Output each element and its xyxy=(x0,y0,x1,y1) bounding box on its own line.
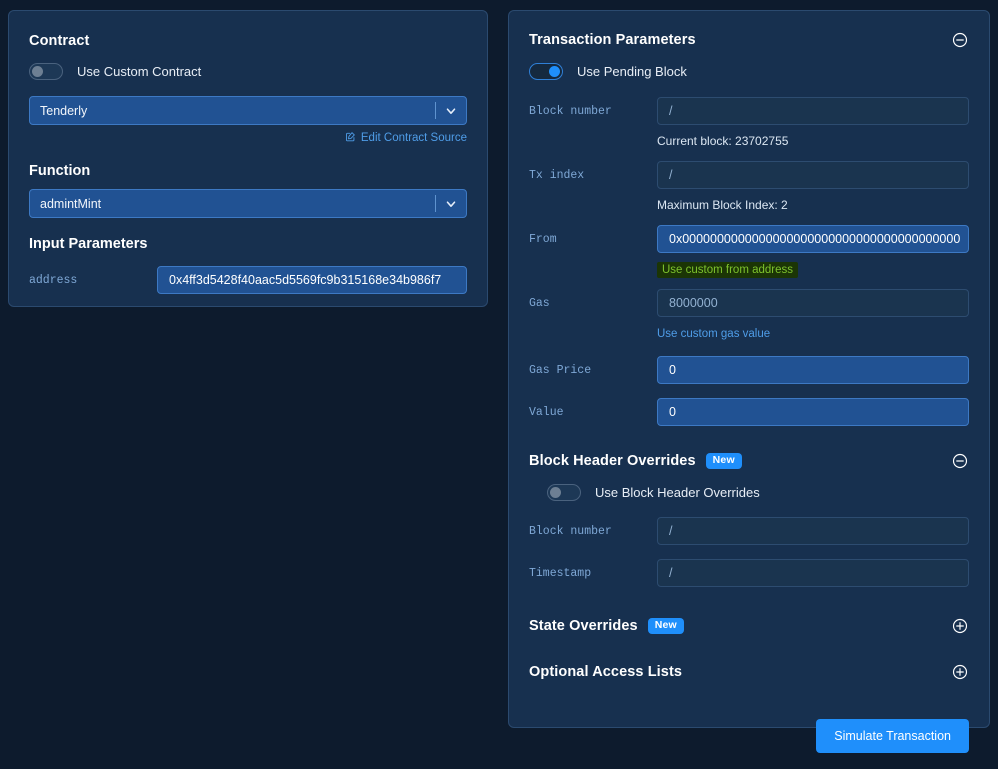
from-input[interactable]: 0x00000000000000000000000000000000000000… xyxy=(657,225,969,253)
state-overrides-new-badge: New xyxy=(647,618,684,634)
custom-from-address-row: Use custom from address xyxy=(657,260,969,278)
use-block-header-overrides-row[interactable]: Use Block Header Overrides xyxy=(547,484,969,501)
tx-index-row: Tx index / xyxy=(529,161,969,189)
use-block-header-overrides-label: Use Block Header Overrides xyxy=(595,485,760,500)
edit-contract-source-row: Edit Contract Source xyxy=(29,131,467,145)
use-block-header-overrides-toggle[interactable] xyxy=(547,484,581,501)
function-select[interactable]: admintMint xyxy=(29,189,467,218)
edit-contract-source-label: Edit Contract Source xyxy=(360,132,467,144)
gas-input[interactable]: 8000000 xyxy=(657,289,969,317)
optional-access-lists-title: Optional Access Lists xyxy=(529,664,683,680)
block-header-overrides-header: Block Header Overrides New xyxy=(529,452,969,470)
use-custom-from-address-link[interactable]: Use custom from address xyxy=(657,262,799,278)
parameter-address-input[interactable]: 0x4ff3d5428f40aac5d5569fc9b315168e34b986… xyxy=(157,266,467,294)
tx-index-label: Tx index xyxy=(529,168,585,182)
block-header-overrides-new-badge: New xyxy=(705,453,742,469)
block-number-input[interactable]: / xyxy=(657,97,969,125)
override-block-number-row: Block number / xyxy=(529,517,969,545)
input-parameter-row: address 0x4ff3d5428f40aac5d5569fc9b31516… xyxy=(29,266,467,294)
input-parameters-label: Input Parameters xyxy=(29,236,148,252)
contract-section-title: Contract xyxy=(29,33,90,49)
expand-plus-icon[interactable] xyxy=(951,617,969,635)
use-pending-block-row[interactable]: Use Pending Block xyxy=(529,63,969,80)
contract-select-value: Tenderly xyxy=(40,103,88,118)
tx-index-input[interactable]: / xyxy=(657,161,969,189)
override-timestamp-input[interactable]: / xyxy=(657,559,969,587)
use-custom-contract-toggle[interactable] xyxy=(29,63,63,80)
from-row: From 0x000000000000000000000000000000000… xyxy=(529,225,969,253)
block-number-label: Block number xyxy=(529,104,612,118)
gas-price-input[interactable]: 0 xyxy=(657,356,969,384)
override-block-number-input[interactable]: / xyxy=(657,517,969,545)
collapse-minus-icon[interactable] xyxy=(951,31,969,49)
use-custom-contract-row[interactable]: Use Custom Contract xyxy=(29,63,467,80)
current-block-note: Current block: 23702755 xyxy=(657,134,789,148)
select-separator xyxy=(435,195,436,212)
contract-panel: Contract Use Custom Contract Tenderly Ed… xyxy=(8,10,488,307)
current-block-note-row: Current block: 23702755 xyxy=(657,132,969,150)
use-custom-contract-label: Use Custom Contract xyxy=(77,64,202,79)
function-label: Function xyxy=(29,163,91,179)
gas-price-label: Gas Price xyxy=(529,363,592,377)
use-custom-gas-value-link[interactable]: Use custom gas value xyxy=(657,328,770,340)
parameter-type-label: address xyxy=(29,273,78,287)
from-label: From xyxy=(529,232,557,246)
gas-label: Gas xyxy=(529,296,550,310)
block-number-row: Block number / xyxy=(529,97,969,125)
gas-row: Gas 8000000 xyxy=(529,289,969,317)
simulate-transaction-button[interactable]: Simulate Transaction xyxy=(816,719,969,753)
override-timestamp-label: Timestamp xyxy=(529,566,592,580)
use-pending-block-toggle[interactable] xyxy=(529,63,563,80)
max-block-index-note: Maximum Block Index: 2 xyxy=(657,198,788,212)
state-overrides-title: State Overrides xyxy=(529,618,638,634)
simulate-button-row: Simulate Transaction xyxy=(529,719,969,753)
select-separator xyxy=(435,102,436,119)
block-header-overrides-title: Block Header Overrides xyxy=(529,453,696,469)
value-label: Value xyxy=(529,405,564,419)
transaction-parameters-panel: Transaction Parameters Use Pending Block… xyxy=(508,10,990,753)
custom-gas-value-row: Use custom gas value xyxy=(657,324,969,342)
override-block-number-label: Block number xyxy=(529,524,612,538)
transaction-parameters-title: Transaction Parameters xyxy=(529,32,696,48)
collapse-minus-icon[interactable] xyxy=(951,452,969,470)
max-block-index-note-row: Maximum Block Index: 2 xyxy=(657,196,969,214)
transaction-parameters-header: Transaction Parameters xyxy=(529,31,969,49)
chevron-down-icon xyxy=(444,104,458,118)
override-timestamp-row: Timestamp / xyxy=(529,559,969,587)
value-row: Value 0 xyxy=(529,398,969,426)
optional-access-lists-header[interactable]: Optional Access Lists xyxy=(529,663,969,681)
edit-contract-source-link[interactable]: Edit Contract Source xyxy=(345,131,467,145)
gas-price-row: Gas Price 0 xyxy=(529,356,969,384)
contract-select[interactable]: Tenderly xyxy=(29,96,467,125)
value-input[interactable]: 0 xyxy=(657,398,969,426)
use-pending-block-label: Use Pending Block xyxy=(577,64,687,79)
function-select-value: admintMint xyxy=(40,196,102,211)
chevron-down-icon xyxy=(444,197,458,211)
edit-pencil-icon xyxy=(345,131,356,145)
state-overrides-header[interactable]: State Overrides New xyxy=(529,617,969,635)
expand-plus-icon[interactable] xyxy=(951,663,969,681)
